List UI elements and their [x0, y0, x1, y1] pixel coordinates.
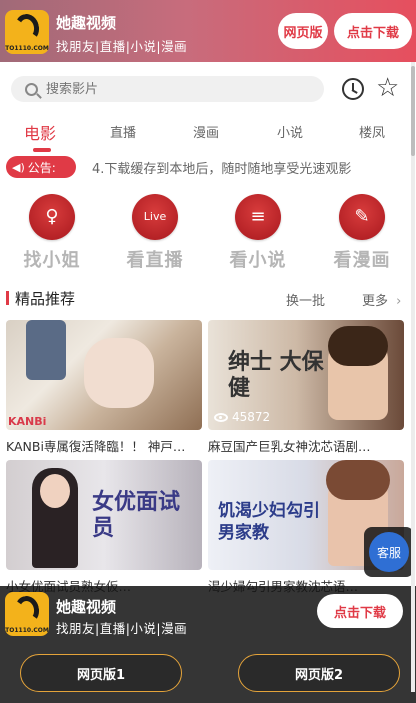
page: TO1110.COM 她趣视频 找朋友|直播|小说|漫画 网页版 点击下载 ☆ …: [0, 0, 416, 703]
comic-icon: ✎: [339, 194, 385, 240]
app-tagline: 找朋友|直播|小说|漫画: [56, 39, 188, 54]
quick-link-label: 看漫画: [333, 250, 391, 271]
notice-text: 4.下载缓存到本地后，随时随地享受光速观影: [92, 162, 352, 177]
download-button[interactable]: 点击下载: [334, 13, 412, 49]
thumb-watermark: 女优面试员: [92, 490, 181, 541]
quick-link-comics[interactable]: ✎ 看漫画: [327, 194, 397, 272]
speaker-icon: ◀): [12, 160, 25, 174]
video-thumbnail: KANBi: [6, 320, 202, 430]
app-name: 她趣视频: [56, 598, 117, 616]
app-tagline: 找朋友|直播|小说|漫画: [56, 621, 188, 636]
video-title: 麻豆国产巨乳女神沈芯语剧…: [208, 439, 371, 454]
search-input[interactable]: [46, 81, 296, 97]
search-bar[interactable]: [11, 76, 324, 102]
quick-link-label: 看直播: [126, 250, 184, 271]
quick-link-live[interactable]: Live 看直播: [120, 194, 190, 272]
web-version-button[interactable]: 网页版: [278, 13, 328, 49]
tab-loufeng[interactable]: 楼凤: [359, 122, 385, 141]
download-button[interactable]: 点击下载: [317, 594, 403, 628]
quick-link-escort[interactable]: ♀ 找小姐: [17, 194, 87, 272]
app-logo: TO1110.COM: [5, 10, 49, 54]
tab-live[interactable]: 直播: [110, 122, 136, 141]
video-card[interactable]: 女优面试员 小女优面试员熟女仮…: [6, 460, 202, 595]
refresh-button[interactable]: 换一批: [286, 290, 325, 309]
video-thumbnail: 女优面试员: [6, 460, 202, 570]
active-tab-indicator: [33, 148, 51, 152]
logo-url: TO1110.COM: [5, 45, 49, 52]
video-thumbnail: 绅士 大保健 45872: [208, 320, 404, 430]
view-count-value: 45872: [232, 410, 271, 424]
quick-link-label: 找小姐: [23, 250, 81, 271]
tab-comics[interactable]: 漫画: [193, 122, 219, 141]
thumb-watermark: KANBi: [8, 415, 47, 428]
banana-icon: [12, 12, 42, 44]
girl-icon: ♀: [29, 194, 75, 240]
thumb-watermark: 绅士 大保健: [228, 350, 324, 401]
video-card[interactable]: 绅士 大保健 45872 麻豆国产巨乳女神沈芯语剧…: [208, 320, 404, 455]
app-name: 她趣视频: [56, 14, 117, 32]
category-tabs: 电影 直播 漫画 小说 楼凤: [0, 118, 410, 158]
section-title: 精品推荐: [15, 290, 76, 308]
notice-badge-label: 公告:: [27, 160, 56, 175]
live-icon: Live: [132, 194, 178, 240]
more-label: 更多: [362, 294, 389, 309]
book-icon: ≡: [235, 194, 281, 240]
web-version-1-button[interactable]: 网页版1: [20, 654, 182, 692]
quick-link-label: 看小说: [229, 250, 287, 271]
video-card[interactable]: KANBi KANBi専属復活降臨！！ 神戸…: [6, 320, 202, 455]
web-version-2-button[interactable]: 网页版2: [238, 654, 400, 692]
clock-icon[interactable]: [342, 78, 364, 100]
quick-link-novels[interactable]: ≡ 看小说: [223, 194, 293, 272]
chevron-right-icon: ›: [396, 294, 402, 309]
notice-bar: ◀) 公告: 4.下载缓存到本地后，随时随地享受光速观影: [6, 156, 410, 178]
headset-icon: 客服: [369, 532, 409, 572]
bottom-download-overlay: TO1110.COM 她趣视频 找朋友|直播|小说|漫画 点击下载 网页版1 网…: [0, 586, 416, 703]
tab-movies[interactable]: 电影: [24, 120, 56, 144]
customer-service-button[interactable]: 客服: [364, 527, 414, 577]
eye-icon: [214, 412, 228, 422]
thumb-watermark: 饥渴少妇勾引男家教: [218, 501, 320, 543]
more-link[interactable]: 更多 ›: [362, 290, 401, 309]
search-icon: [25, 82, 38, 96]
customer-service-label: 客服: [376, 545, 401, 560]
app-logo: TO1110.COM: [5, 592, 49, 636]
banana-icon: [12, 594, 42, 626]
logo-url: TO1110.COM: [5, 627, 49, 634]
app-download-banner: TO1110.COM 她趣视频 找朋友|直播|小说|漫画 网页版 点击下载: [0, 0, 416, 62]
section-accent-bar: [6, 291, 9, 305]
view-count: 45872: [214, 410, 270, 424]
scrollbar[interactable]: [411, 62, 415, 692]
video-title: KANBi専属復活降臨！！ 神戸…: [6, 439, 186, 454]
tab-novels[interactable]: 小说: [277, 122, 303, 141]
star-icon[interactable]: ☆: [376, 74, 399, 102]
notice-badge: ◀) 公告:: [6, 156, 76, 178]
scrollbar-thumb[interactable]: [411, 66, 415, 156]
